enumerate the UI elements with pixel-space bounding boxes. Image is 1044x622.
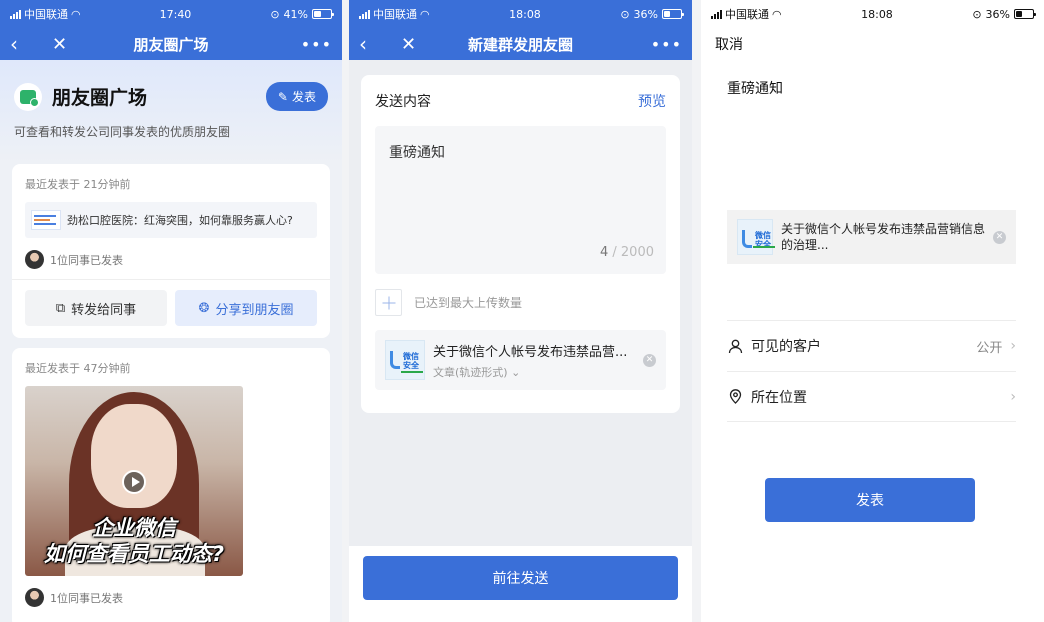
alarm-icon: ⊙ [972, 7, 982, 21]
nav-bar: ‹ ✕ 新建群发朋友圈 ••• [349, 28, 692, 60]
video-thumbnail[interactable]: 企业微信 如何查看员工动态? [25, 386, 243, 576]
avatar [25, 588, 44, 607]
compose-screen: 中国联通 ◠ 18:08 ⊙ 36% ‹ ✕ 新建群发朋友圈 ••• 发送内容 … [349, 0, 692, 622]
battery-icon [661, 9, 684, 19]
row-value: 公开 [976, 340, 1003, 356]
post-text[interactable]: 重磅通知 [701, 78, 1044, 98]
forward-to-colleague-button[interactable]: ⧉ 转发给同事 [25, 290, 167, 326]
char-counter: 4 / 2000 [599, 245, 654, 260]
location-pin-icon [727, 389, 743, 405]
video-caption: 如何查看员工动态? [43, 542, 225, 566]
chevron-right-icon: › [1010, 388, 1016, 405]
wifi-icon: ◠ [71, 7, 81, 21]
hero-header: 朋友圈广场 ✎ 发表 可查看和转发公司同事发表的优质朋友圈 [0, 60, 342, 164]
signal-icon [711, 9, 722, 19]
article-thumbnail: 微信安全 [385, 340, 425, 380]
page-title: 朋友圈广场 [52, 87, 148, 109]
battery-percent: 36% [633, 7, 658, 21]
more-icon[interactable]: ••• [301, 35, 332, 54]
visible-customers-row[interactable]: 可见的客户 公开 › [727, 320, 1016, 371]
alarm-icon: ⊙ [270, 7, 280, 21]
shared-count: 1位同事已发表 [50, 591, 123, 605]
status-bar: 中国联通 ◠ 17:40 ⊙ 41% [0, 0, 342, 28]
battery-percent: 36% [985, 7, 1010, 21]
publish-button[interactable]: 发表 [765, 478, 975, 522]
clock: 18:08 [861, 7, 893, 21]
cancel-button[interactable]: 取消 [701, 28, 1044, 56]
carrier: 中国联通 [725, 8, 769, 21]
wifi-icon: ◠ [420, 7, 430, 21]
article-link[interactable]: 劲松口腔医院：红海突围，如何靠服务赢人心? [25, 202, 317, 238]
attachment-title: 关于微信个人帐号发布违禁品营... [433, 344, 628, 360]
page-subtitle: 可查看和转发公司同事发表的优质朋友圈 [14, 125, 231, 139]
attachment-item[interactable]: 微信安全 关于微信个人帐号发布违禁品营... 文章(轨迹形式) ⌄ ✕ [375, 330, 666, 390]
share-to-moments-button[interactable]: ❂ 分享到朋友圈 [175, 290, 317, 326]
close-icon[interactable]: ✕ [401, 34, 416, 55]
post-time: 最近发表于 21分钟前 [25, 178, 131, 191]
upload-limit-text: 已达到最大上传数量 [414, 296, 523, 310]
more-icon[interactable]: ••• [651, 35, 682, 54]
content-textarea[interactable]: 重磅通知 4 / 2000 [375, 126, 666, 274]
moments-square-icon [14, 82, 42, 111]
status-bar: 中国联通 ◠ 18:08 ⊙ 36% [701, 0, 1044, 28]
wifi-icon: ◠ [772, 7, 782, 21]
post-time: 最近发表于 47分钟前 [25, 362, 131, 375]
options-list: 可见的客户 公开 › 所在位置 › [727, 320, 1016, 422]
person-icon [727, 338, 743, 354]
content-label: 发送内容 [375, 94, 431, 110]
battery-icon [311, 9, 334, 19]
alarm-icon: ⊙ [620, 7, 630, 21]
square-screen: 中国联通 ◠ 17:40 ⊙ 41% ‹ ✕ 朋友圈广场 ••• 朋友圈广场 ✎… [0, 0, 342, 622]
divider [12, 279, 330, 280]
remove-icon[interactable]: ✕ [993, 230, 1006, 244]
chevron-right-icon: › [1010, 338, 1016, 354]
close-icon[interactable]: ✕ [52, 34, 67, 55]
status-bar: 中国联通 ◠ 18:08 ⊙ 36% [349, 0, 692, 28]
content-text: 重磅通知 [389, 145, 445, 161]
bottom-bar: 前往发送 [349, 546, 692, 622]
article-title: 劲松口腔医院：红海突围，如何靠服务赢人心? [67, 214, 293, 227]
forward-icon: ⧉ [55, 300, 66, 316]
location-row[interactable]: 所在位置 › [727, 371, 1016, 422]
go-send-button[interactable]: 前往发送 [363, 556, 678, 600]
compose-card: 发送内容 预览 重磅通知 4 / 2000 已达到最大上传数量 微信安全 关于微… [361, 75, 680, 413]
shared-count: 1位同事已发表 [50, 253, 123, 267]
avatar [25, 250, 44, 269]
signal-icon [359, 9, 370, 19]
battery-percent: 41% [283, 7, 308, 21]
carrier: 中国联通 [24, 8, 68, 21]
remove-icon[interactable]: ✕ [643, 353, 656, 367]
share-label: 分享到朋友圈 [215, 302, 294, 318]
wechat-post-screen: 中国联通 ◠ 18:08 ⊙ 36% 取消 重磅通知 微信安全 关于微信个人帐号… [701, 0, 1044, 622]
back-icon[interactable]: ‹ [10, 32, 32, 56]
attachment-item[interactable]: 微信安全 关于微信个人帐号发布违禁品营销信息的治理... ✕ [727, 210, 1016, 264]
edit-icon: ✎ [277, 89, 288, 104]
attachment-type[interactable]: 文章(轨迹形式) ⌄ [433, 364, 635, 380]
clock: 18:08 [509, 7, 541, 21]
forward-label: 转发给同事 [71, 302, 137, 318]
back-icon[interactable]: ‹ [359, 32, 381, 56]
chevron-down-icon: ⌄ [511, 365, 521, 379]
signal-icon [10, 9, 21, 19]
preview-link[interactable]: 预览 [638, 91, 666, 111]
clock: 17:40 [159, 7, 192, 21]
moment-card: 最近发表于 47分钟前 企业微信 如何查看员工动态? 1位同事已发表 [12, 348, 330, 622]
article-thumbnail: 微信安全 [737, 219, 775, 255]
moment-card: 最近发表于 21分钟前 劲松口腔医院：红海突围，如何靠服务赢人心? 1位同事已发… [12, 164, 330, 338]
post-button-label: 发表 [291, 90, 316, 104]
add-media-icon[interactable] [375, 289, 402, 316]
battery-icon [1013, 9, 1036, 19]
moments-aperture-icon: ❂ [198, 300, 210, 316]
post-button[interactable]: ✎ 发表 [265, 82, 328, 111]
article-thumbnail [31, 210, 61, 230]
row-label: 可见的客户 [751, 339, 821, 355]
nav-bar: ‹ ✕ 朋友圈广场 ••• [0, 28, 342, 60]
row-label: 所在位置 [751, 389, 807, 406]
carrier: 中国联通 [373, 8, 417, 21]
attachment-title: 关于微信个人帐号发布违禁品营销信息的治理... [781, 222, 986, 252]
play-icon[interactable] [122, 470, 146, 494]
